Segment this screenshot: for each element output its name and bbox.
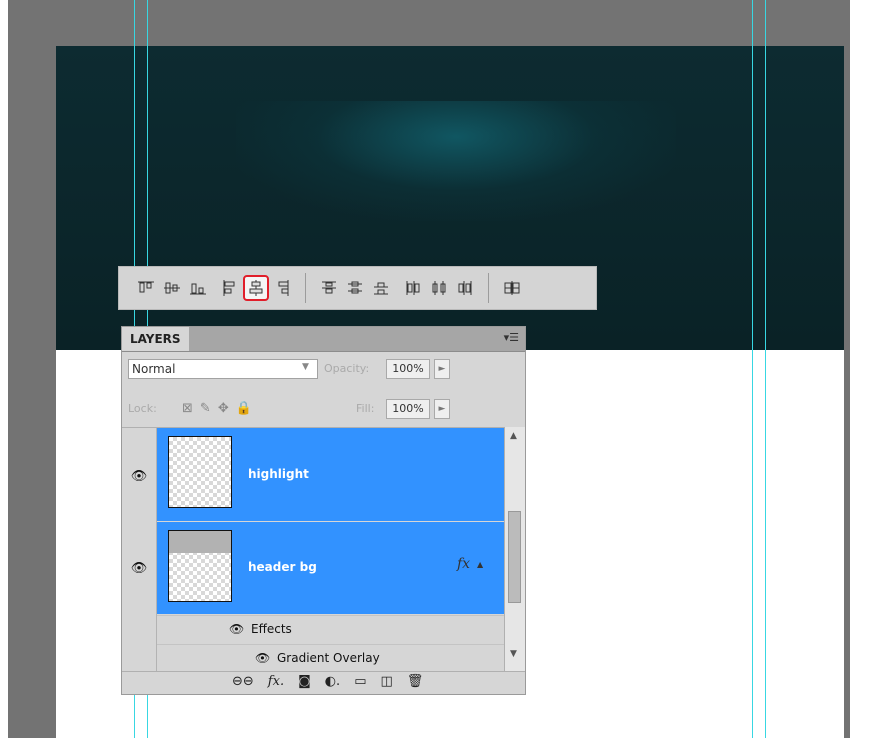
align-vertical-centers-icon[interactable] [159,275,185,301]
layers-panel: LAYERS ▾☰ Normal ▼ Opacity: 100% ► Lock:… [121,326,526,695]
layer-thumbnail [168,436,232,508]
blend-mode-select[interactable]: Normal [128,359,318,379]
distribute-right-edges-icon[interactable] [452,275,478,301]
delete-layer-icon[interactable]: 🗑 [407,674,424,689]
chevron-down-icon[interactable]: ▼ [302,362,309,372]
layer-thumbnail [168,530,232,602]
new-group-icon[interactable]: ▭ [354,674,366,689]
eye-icon[interactable]: 👁 [255,651,270,665]
guide-line[interactable] [765,0,766,738]
eye-icon[interactable]: 👁 [129,560,149,578]
opacity-field[interactable]: 100% [386,359,430,379]
toolbar-separator [488,273,489,303]
visibility-column [122,428,157,673]
layers-list: 👁 highlight 👁 header bg fx ▲ 👁 Effects 👁… [122,427,507,673]
layer-row-highlight[interactable]: highlight [157,428,507,521]
scroll-up-icon[interactable]: ▲ [510,431,517,441]
adjustment-layer-icon[interactable]: ◐. [325,674,340,689]
new-layer-icon[interactable]: ◫ [380,674,392,689]
align-right-edges-icon[interactable] [269,275,295,301]
fill-label: Fill: [356,402,375,415]
distribute-vertical-centers-icon[interactable] [342,275,368,301]
layer-name: highlight [248,467,309,481]
lock-image-icon[interactable]: ✎ [200,401,211,416]
panel-menu-icon[interactable]: ▾☰ [504,331,519,344]
tab-layers[interactable]: LAYERS [122,327,189,351]
scroll-down-icon[interactable]: ▼ [510,649,517,659]
effects-label: Effects [251,622,292,636]
add-mask-icon[interactable]: ◙ [298,674,311,689]
layer-style-icon[interactable]: fx. [268,674,284,689]
lock-transparent-icon[interactable]: ⊠ [182,401,193,416]
effect-item-label: Gradient Overlay [277,651,380,665]
header-highlight-glow [236,101,676,221]
blend-mode-value: Normal [132,362,176,376]
eye-icon[interactable]: 👁 [229,622,244,636]
effects-row[interactable]: 👁 Effects [157,615,507,644]
align-toolbar [118,266,597,310]
scroll-thumb[interactable] [508,511,521,603]
distribute-bottom-edges-icon[interactable] [368,275,394,301]
guide-line[interactable] [752,0,753,738]
lock-position-icon[interactable]: ✥ [218,401,229,416]
effect-item-row[interactable]: 👁 Gradient Overlay [157,644,507,673]
layer-effects-fx-icon[interactable]: fx [457,556,470,572]
opacity-label: Opacity: [324,362,370,375]
fill-slider-arrow-icon[interactable]: ► [434,399,450,419]
layer-row-header-bg[interactable]: header bg fx ▲ [157,522,507,614]
align-top-edges-icon[interactable] [133,275,159,301]
align-bottom-edges-icon[interactable] [185,275,211,301]
align-horizontal-centers-icon[interactable] [243,275,269,301]
panel-footer: ⊖⊖ fx. ◙ ◐. ▭ ◫ 🗑 [122,671,525,694]
collapse-arrow-icon[interactable]: ▲ [477,560,483,569]
auto-align-layers-icon[interactable] [499,275,525,301]
distribute-left-edges-icon[interactable] [400,275,426,301]
distribute-horizontal-centers-icon[interactable] [426,275,452,301]
layer-name: header bg [248,560,317,574]
opacity-slider-arrow-icon[interactable]: ► [434,359,450,379]
eye-icon[interactable]: 👁 [129,468,149,486]
fill-field[interactable]: 100% [386,399,430,419]
distribute-top-edges-icon[interactable] [316,275,342,301]
align-left-edges-icon[interactable] [217,275,243,301]
lock-all-icon[interactable]: 🔒 [236,401,252,416]
layers-scrollbar[interactable]: ▲ ▼ [504,427,525,672]
toolbar-separator [305,273,306,303]
lock-controls: ⊠ ✎ ✥ 🔒 [182,401,252,416]
panel-header: LAYERS ▾☰ [122,327,525,352]
lock-label: Lock: [128,402,157,415]
link-layers-icon[interactable]: ⊖⊖ [232,674,254,689]
